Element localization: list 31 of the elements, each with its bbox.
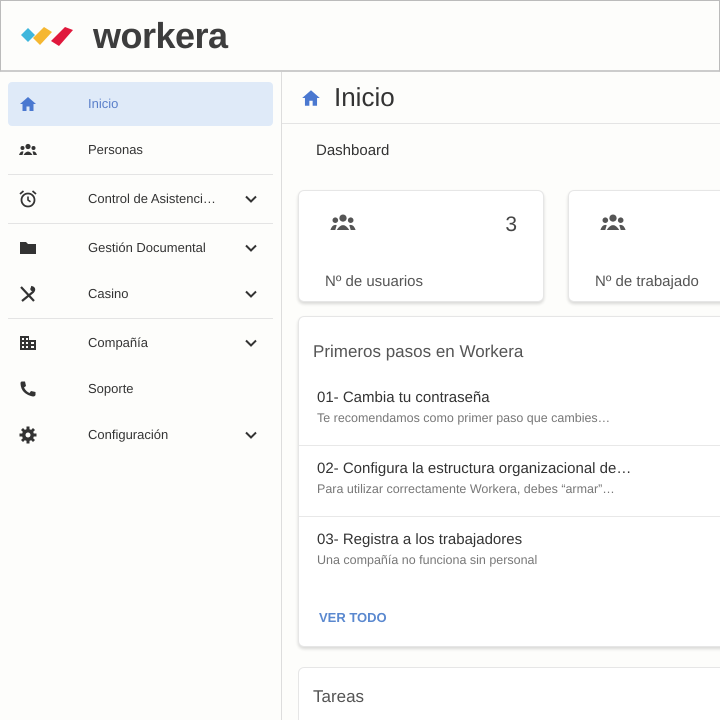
stat-value: 3 [505, 212, 517, 238]
breadcrumb: Dashboard [316, 142, 390, 159]
page-title: Inicio [334, 81, 395, 114]
sidebar-item[interactable]: Control de Asistenci… [8, 177, 273, 221]
stat-label: Nº de usuarios [325, 272, 424, 292]
sidebar-item[interactable]: Soporte [8, 367, 273, 411]
logo-text: workera [93, 14, 228, 58]
phone-icon [18, 379, 38, 399]
stat-label: Nº de trabajado [595, 272, 700, 292]
step-item[interactable]: 01- Cambia tu contraseña Te recomendamos como primer paso que cambies… [299, 374, 720, 446]
step-title: 03- Registra a los trabajadores [317, 530, 524, 550]
building-icon [18, 333, 38, 353]
step-description: Una compañía no funciona sin personal [317, 552, 538, 569]
view-all-link[interactable]: VER TODO [319, 608, 387, 627]
sidebar-item[interactable]: Casino [8, 272, 273, 316]
alarm-clock-icon [18, 189, 38, 209]
cutlery-icon [18, 284, 38, 304]
card-title: Tareas [313, 686, 364, 706]
home-icon [18, 94, 38, 114]
step-title: 02- Configura la estructura organizacional de… [317, 458, 632, 478]
card-title: Primeros pasos en Workera [313, 342, 524, 361]
sidebar-item[interactable]: Configuración [8, 413, 273, 457]
step-item[interactable]: 03- Registra a los trabajadores Una compañía no funciona sin personal [299, 516, 720, 588]
sidebar-item[interactable]: Gestión Documental [8, 226, 273, 270]
gear-icon [18, 425, 38, 445]
step-description: Te recomendamos como primer paso que cambies… [317, 410, 612, 427]
sidebar-item[interactable]: Compañía [8, 321, 273, 365]
step-title: 01- Cambia tu contraseña [317, 388, 491, 408]
step-description: Para utilizar correctamente Workera, debes “armar”… [317, 481, 616, 498]
sidebar-item[interactable]: Personas [8, 128, 273, 172]
step-item[interactable]: 02- Configura la estructura organizacional de… Para utilizar correctamente Workera, debes “armar”… [299, 446, 720, 516]
